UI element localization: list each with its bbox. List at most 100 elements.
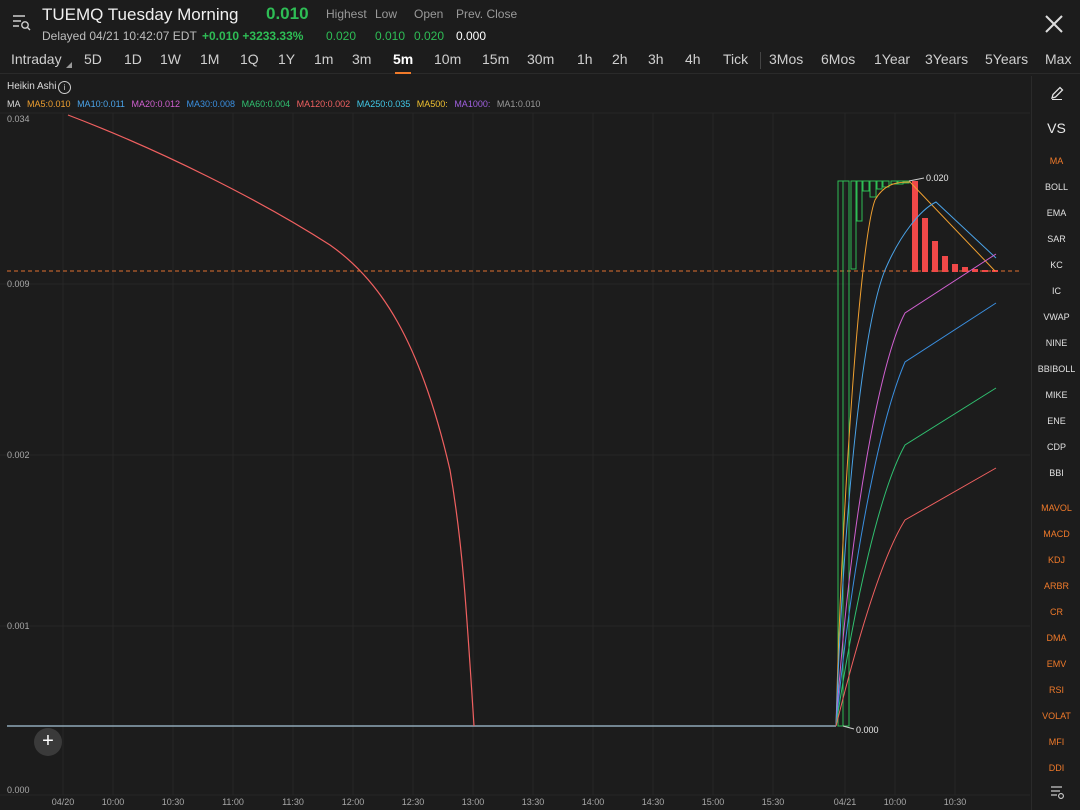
tab-1h[interactable]: 1h xyxy=(577,51,593,67)
tab-30min[interactable]: 30m xyxy=(527,51,554,67)
tab-1d[interactable]: 1D xyxy=(124,51,142,67)
sidebar-item-ema[interactable]: EMA xyxy=(1032,208,1080,218)
ma-legend-item: MA250:0.035 xyxy=(356,99,411,109)
tab-15min[interactable]: 15m xyxy=(482,51,509,67)
pencil-icon[interactable] xyxy=(1032,85,1080,103)
sidebar-item-mavol[interactable]: MAVOL xyxy=(1032,503,1080,513)
info-icon[interactable]: i xyxy=(58,81,71,94)
tab-1m-range[interactable]: 1M xyxy=(200,51,219,67)
sidebar-item-vwap[interactable]: VWAP xyxy=(1032,312,1080,322)
sidebar-item-arbr[interactable]: ARBR xyxy=(1032,581,1080,591)
sidebar-item-bbi[interactable]: BBI xyxy=(1032,468,1080,478)
sidebar-item-macd[interactable]: MACD xyxy=(1032,529,1080,539)
add-drawing-button[interactable]: + xyxy=(34,728,62,756)
ma-legend-item: MA5:0.010 xyxy=(27,99,71,109)
tab-5min[interactable]: 5m xyxy=(393,51,413,67)
tab-max[interactable]: Max xyxy=(1045,51,1071,67)
chart-menu-icon[interactable] xyxy=(10,12,32,32)
stat-value-highest: 0.020 xyxy=(326,29,357,43)
sidebar-item-cdp[interactable]: CDP xyxy=(1032,442,1080,452)
price-chart[interactable]: 0.020 0.000 xyxy=(0,110,1030,810)
sidebar-item-mfi[interactable]: MFI xyxy=(1032,737,1080,747)
tab-4h[interactable]: 4h xyxy=(685,51,701,67)
x-axis-label: 10:00 xyxy=(883,797,907,807)
x-axis-label: 15:30 xyxy=(761,797,785,807)
x-axis-label: 10:00 xyxy=(101,797,125,807)
tab-intraday[interactable]: Intraday xyxy=(11,51,62,67)
candles-green xyxy=(837,180,910,727)
ma-legend: MA MA5:0.010 MA10:0.011 MA20:0.012 MA30:… xyxy=(7,99,544,109)
y-axis-label: 0.009 xyxy=(7,279,30,289)
close-icon[interactable] xyxy=(1044,14,1064,34)
tab-5years[interactable]: 5Years xyxy=(985,51,1028,67)
sidebar-item-ic[interactable]: IC xyxy=(1032,286,1080,296)
x-axis-label: 15:00 xyxy=(701,797,725,807)
dropdown-corner-icon xyxy=(66,62,72,68)
tab-10min[interactable]: 10m xyxy=(434,51,461,67)
x-axis-label: 10:30 xyxy=(943,797,967,807)
low-marker-label: 0.000 xyxy=(856,725,879,735)
stat-label-prev-close: Prev. Close xyxy=(456,7,518,21)
stat-label-highest: Highest xyxy=(326,7,367,21)
x-axis-label: 04/21 xyxy=(833,797,857,807)
sidebar-item-cr[interactable]: CR xyxy=(1032,607,1080,617)
x-axis-label: 14:30 xyxy=(641,797,665,807)
sidebar-item-boll[interactable]: BOLL xyxy=(1032,182,1080,192)
stat-value-low: 0.010 xyxy=(375,29,406,43)
tab-1min[interactable]: 1m xyxy=(314,51,333,67)
sidebar-item-ddi[interactable]: DDI xyxy=(1032,763,1080,773)
sidebar-item-kdj[interactable]: KDJ xyxy=(1032,555,1080,565)
sidebar-item-emv[interactable]: EMV xyxy=(1032,659,1080,669)
sidebar-item-kc[interactable]: KC xyxy=(1032,260,1080,270)
sidebar-item-mike[interactable]: MIKE xyxy=(1032,390,1080,400)
tab-divider xyxy=(760,52,761,69)
high-marker-line xyxy=(908,177,925,182)
tab-1y[interactable]: 1Y xyxy=(278,51,295,67)
tab-3min[interactable]: 3m xyxy=(352,51,371,67)
ma20-line xyxy=(835,253,997,727)
x-axis-label: 13:30 xyxy=(521,797,545,807)
tab-1year[interactable]: 1Year xyxy=(874,51,910,67)
y-axis-label: 0.002 xyxy=(7,450,30,460)
ma-legend-item: MA30:0.008 xyxy=(186,99,236,109)
last-price: 0.010 xyxy=(266,4,309,23)
tab-2h[interactable]: 2h xyxy=(612,51,628,67)
tab-tick[interactable]: Tick xyxy=(723,51,748,67)
indicator-settings-icon[interactable] xyxy=(1032,784,1080,802)
stat-label-low: Low xyxy=(375,7,398,21)
x-axis-label: 12:00 xyxy=(341,797,365,807)
ma120-line xyxy=(835,467,997,727)
sidebar-item-volat[interactable]: VOLAT xyxy=(1032,711,1080,721)
tab-1w[interactable]: 1W xyxy=(160,51,181,67)
high-marker-label: 0.020 xyxy=(926,173,949,183)
sidebar-item-ene[interactable]: ENE xyxy=(1032,416,1080,426)
x-axis-label: 14:00 xyxy=(581,797,605,807)
sidebar-item-ma[interactable]: MA xyxy=(1032,156,1080,166)
sidebar-item-sar[interactable]: SAR xyxy=(1032,234,1080,244)
y-axis-label: 0.034 xyxy=(7,114,30,124)
y-axis-label: 0.000 xyxy=(7,785,30,795)
ma-legend-item: MA1000: xyxy=(454,99,491,109)
ma60-line xyxy=(835,387,997,727)
timeframe-tabs: Intraday 5D 1D 1W 1M 1Q 1Y 1m 3m 5m 10m … xyxy=(0,48,1080,74)
ma-legend-item: MA10:0.011 xyxy=(77,99,125,109)
tab-5d[interactable]: 5D xyxy=(84,51,102,67)
sidebar-item-bbiboll[interactable]: BBIBOLL xyxy=(1032,364,1080,374)
ma-legend-item: MA500: xyxy=(416,99,448,109)
chart-type-label[interactable]: Heikin Ashi xyxy=(7,81,56,92)
stock-title: TUEMQ Tuesday Morning xyxy=(42,5,239,24)
sidebar-item-rsi[interactable]: RSI xyxy=(1032,685,1080,695)
change-absolute: +0.010 xyxy=(202,29,240,43)
compare-vs-button[interactable]: VS xyxy=(1032,120,1080,136)
tab-3h[interactable]: 3h xyxy=(648,51,664,67)
y-axis-label: 0.001 xyxy=(7,621,30,631)
sidebar-item-dma[interactable]: DMA xyxy=(1032,633,1080,643)
stat-value-open: 0.020 xyxy=(414,29,445,43)
ma-legend-item: MA120:0.002 xyxy=(296,99,351,109)
tab-3mos[interactable]: 3Mos xyxy=(769,51,803,67)
tab-1q[interactable]: 1Q xyxy=(240,51,259,67)
tab-3years[interactable]: 3Years xyxy=(925,51,968,67)
sidebar-item-nine[interactable]: NINE xyxy=(1032,338,1080,348)
tab-6mos[interactable]: 6Mos xyxy=(821,51,855,67)
change-percent: +3233.33% xyxy=(242,29,304,43)
